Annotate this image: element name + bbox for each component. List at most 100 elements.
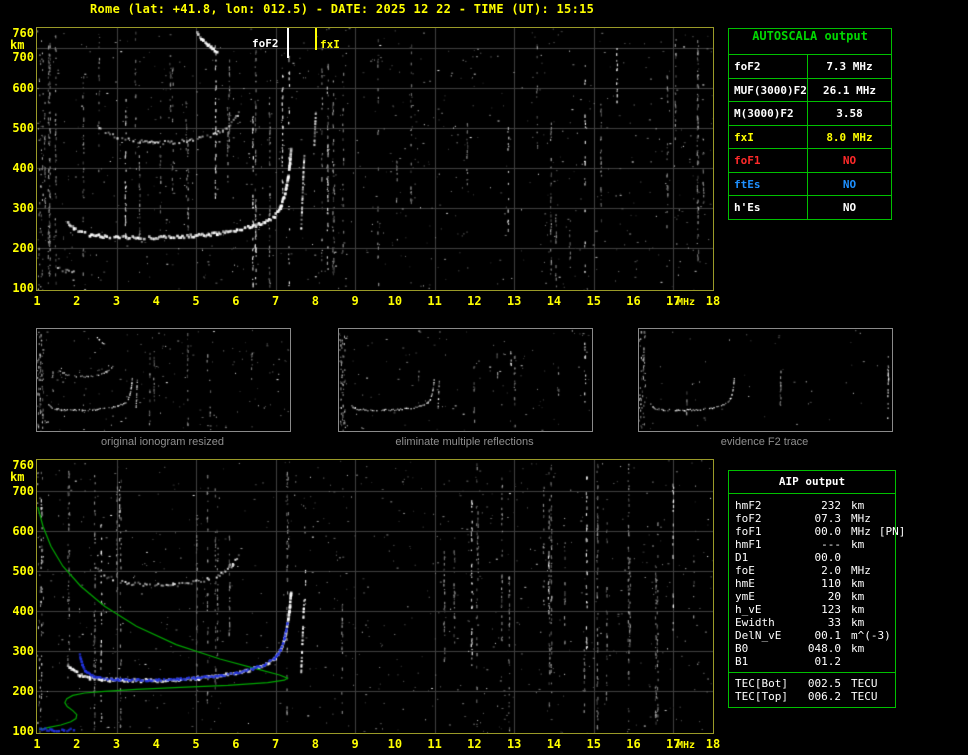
- autoscala-row-value: 26.1 MHz: [823, 83, 876, 97]
- bottom-ionogram-plot: [36, 459, 714, 734]
- autoscala-table-rows: foF2 7.3 MHz MUF(3000)F2 26.1 MHz M(3000)F2 3…: [729, 55, 891, 219]
- y-axis-unit-label: km: [10, 38, 25, 52]
- x-tick-label: 14: [546, 737, 562, 751]
- x-tick-label: 10: [387, 737, 403, 751]
- autoscala-row-value: NO: [842, 177, 857, 191]
- aip-row: Ewidth 33 km: [735, 616, 895, 629]
- aip-row: ymE 20 km: [735, 590, 895, 603]
- x-tick-label: 11: [427, 294, 442, 308]
- autoscala-row-value: NO: [842, 201, 857, 214]
- autoscala-row: MUF(3000)F2 26.1 MHz: [729, 78, 891, 102]
- aip-row-value: 20: [827, 590, 841, 603]
- x-tick-label: 6: [232, 294, 240, 308]
- aip-row: foE 2.0 MHz: [735, 564, 895, 577]
- aip-row-unit: km: [851, 538, 865, 551]
- aip-row: D1 00.0: [735, 551, 895, 564]
- aip-row-unit: MHz: [851, 525, 871, 538]
- x-tick-label: 13: [506, 294, 522, 308]
- autoscala-row: M(3000)F2 3.58: [729, 102, 891, 126]
- aip-row-name: Ewidth: [735, 616, 775, 629]
- thumbnail-caption: original ionogram resized: [101, 436, 224, 448]
- x-tick-label: 4: [152, 737, 160, 751]
- aip-row-unit: km: [851, 642, 865, 655]
- x-tick-label: 8: [311, 737, 319, 751]
- y-tick-label: 700: [12, 50, 34, 64]
- x-tick-label: 2: [73, 294, 81, 308]
- x-tick-label: 8: [311, 294, 319, 308]
- aip-row-unit: MHz: [851, 564, 871, 577]
- x-tick-label: 16: [626, 294, 641, 308]
- x-tick-label: 9: [351, 737, 359, 751]
- aip-row: TEC[Top] 006.2 TECU: [735, 690, 895, 703]
- foF2-marker-line: [287, 28, 289, 58]
- autoscala-row: foF2 7.3 MHz: [729, 55, 891, 79]
- aip-row-unit: km: [851, 616, 865, 629]
- top-ionogram-canvas: [37, 28, 713, 290]
- aip-row-unit: km: [851, 603, 865, 616]
- x-tick-label: 11: [427, 737, 442, 751]
- aip-row-unit: km: [851, 577, 865, 590]
- y-tick-label: 200: [12, 684, 34, 698]
- y-tick-label: 600: [12, 81, 34, 95]
- aip-row-name: hmF2: [735, 499, 762, 512]
- thumbnail-canvas: [339, 329, 592, 431]
- thumbnail-caption: evidence F2 trace: [720, 436, 809, 448]
- aip-row-unit: MHz: [851, 512, 871, 525]
- aip-row-value: 00.0: [814, 525, 842, 538]
- aip-row-value: 01.2: [814, 655, 842, 668]
- x-tick-label: 7: [271, 737, 280, 751]
- aip-row-name: hmE: [735, 577, 755, 590]
- aip-row-unit: km: [851, 499, 865, 512]
- aip-row-name: hmF1: [735, 538, 762, 551]
- autoscala-row-value: 8.0 MHz: [826, 130, 873, 144]
- aip-row-name: foF1: [735, 525, 762, 538]
- x-axis-unit-label: MHz: [676, 740, 696, 751]
- autoscala-row-label: MUF(3000)F2: [729, 78, 808, 101]
- aip-row: B0 048.0 km: [735, 642, 895, 655]
- aip-row-name: foF2: [735, 512, 762, 525]
- x-tick-label: 15: [586, 737, 601, 751]
- thumbnail-panel: [338, 328, 593, 432]
- aip-row: foF1 00.0 MHz [PN]: [735, 525, 905, 538]
- autoscala-row-label: ftEs: [729, 172, 808, 195]
- aip-row-unit: m^(-3): [851, 629, 891, 642]
- y-tick-label: 700: [12, 484, 34, 498]
- foF2-marker-label: foF2: [252, 37, 279, 50]
- x-tick-label: 15: [586, 294, 601, 308]
- x-tick-label: 18: [705, 294, 721, 308]
- x-tick-label: 1: [33, 737, 41, 751]
- aip-row-value: 006.2: [807, 690, 841, 703]
- station-title: Rome (lat: +41.8, lon: 012.5) - DATE: 20…: [90, 2, 595, 16]
- y-tick-label: 300: [12, 201, 34, 215]
- y-tick-label: 500: [12, 121, 34, 135]
- thumbnail-canvas: [639, 329, 892, 431]
- aip-row: foF2 07.3 MHz: [735, 512, 895, 525]
- aip-row-note: [PN]: [878, 525, 906, 538]
- autoscala-row-label: fxI: [729, 125, 808, 148]
- aip-row-value: 048.0: [807, 642, 841, 655]
- aip-row-name: DelN_vE: [735, 629, 782, 642]
- autoscala-row-value: NO: [842, 154, 857, 167]
- aip-row-name: B0: [735, 642, 749, 655]
- aip-row-name: TEC[Top]: [735, 690, 788, 703]
- aip-row-name: B1: [735, 655, 749, 668]
- aip-row-value: 00.0: [814, 551, 842, 564]
- aip-row-value: 002.5: [807, 677, 841, 690]
- x-tick-label: 5: [192, 294, 200, 308]
- x-tick-label: 18: [705, 737, 721, 751]
- autoscala-row-label: h'Es: [729, 196, 808, 219]
- autoscala-row-label: M(3000)F2: [729, 102, 808, 125]
- x-tick-label: 1: [33, 294, 41, 308]
- thumbnail-panel: [638, 328, 893, 432]
- autoscala-row-value: 3.58: [836, 107, 863, 120]
- aip-row: hmE 110 km: [735, 577, 895, 590]
- x-tick-label: 12: [467, 294, 482, 308]
- aip-row-value: 33: [827, 616, 841, 629]
- aip-row-name: D1: [735, 551, 749, 564]
- aip-table-rows: hmF2 232 km foF2 07.3 MHz foF1 00.0 MHz [PN] hmF1 -…: [729, 494, 905, 672]
- aip-row: h_vE 123 km: [735, 603, 895, 616]
- y-tick-label: 400: [12, 604, 34, 618]
- aip-tec-rows: TEC[Bot] 002.5 TECU TEC[Top] 006.2 TECU: [729, 672, 895, 707]
- y-tick-label: 200: [12, 241, 34, 255]
- x-axis-unit-label: MHz: [676, 297, 696, 308]
